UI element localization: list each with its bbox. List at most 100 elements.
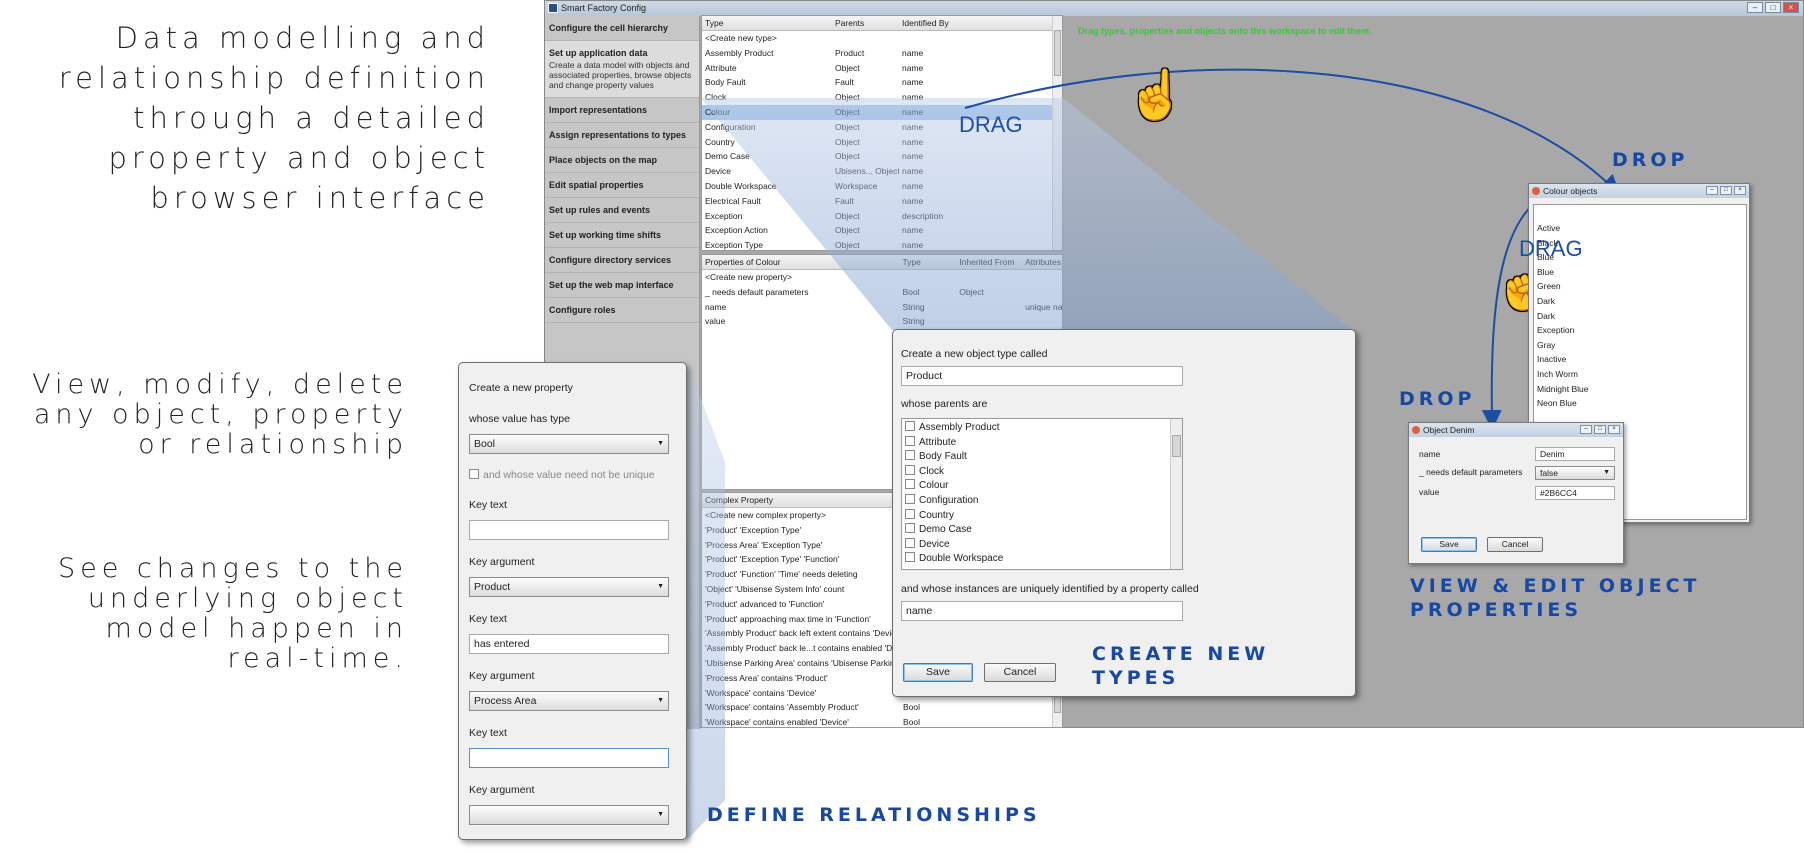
table-cell — [956, 270, 1022, 285]
colour-list-item[interactable]: Dark — [1534, 309, 1746, 324]
table-cell: name — [902, 151, 924, 162]
sidebar-item-place-objects[interactable]: Place objects on the map — [545, 148, 699, 173]
column-header[interactable]: Inherited From — [956, 255, 1022, 269]
sidebar-item-label: Set up the web map interface — [549, 280, 674, 290]
table-cell: String — [902, 316, 925, 327]
close-button[interactable]: × — [1783, 2, 1799, 13]
column-header[interactable]: Parents — [832, 16, 899, 30]
drag-label: DRAG — [1519, 236, 1583, 261]
colour-list-item[interactable]: Blue — [1534, 265, 1746, 280]
table-row[interactable]: 'Workspace' contains enabled 'Device' Boo… — [702, 715, 1062, 727]
close-button[interactable]: × — [1608, 425, 1620, 434]
colour-window-titlebar[interactable]: Colour objects – □ × — [1529, 184, 1749, 198]
colour-list-item[interactable]: Gray — [1534, 338, 1746, 353]
types-scrollbar[interactable] — [1052, 16, 1062, 250]
key-text-field-3[interactable] — [469, 748, 669, 768]
table-cell: Object — [835, 121, 860, 132]
sidebar-item-web-map[interactable]: Set up the web map interface — [545, 273, 699, 298]
sidebar-item-spatial-properties[interactable]: Edit spatial properties — [545, 173, 699, 198]
parent-checkbox-item[interactable]: Double Workspace — [902, 552, 1182, 567]
column-header[interactable]: Identified By — [899, 16, 1049, 30]
table-row[interactable]: Double Workspace Workspace name — [702, 179, 1062, 194]
save-button[interactable]: Save — [903, 663, 973, 682]
parent-checkbox-item[interactable]: Colour — [902, 479, 1182, 494]
column-header[interactable]: Attributes — [1022, 255, 1062, 269]
parent-checkbox-item[interactable]: Attribute — [902, 435, 1182, 451]
colour-list-item[interactable]: Green — [1534, 279, 1746, 294]
column-header[interactable]: Type — [899, 255, 956, 269]
sidebar-item-application-data[interactable]: Set up application data Create a data mod… — [545, 41, 699, 98]
table-cell: value — [705, 316, 726, 327]
value-field[interactable]: #2B6CC4 — [1535, 486, 1615, 500]
table-row[interactable]: Demo Case Object name — [702, 149, 1062, 164]
table-row[interactable]: Body Fault Fault name — [702, 75, 1062, 90]
value-type-select[interactable]: Bool — [469, 434, 669, 454]
key-argument-select-2[interactable]: Process Area — [469, 691, 669, 711]
colour-list-item[interactable]: Inch Worm — [1534, 367, 1746, 382]
default-parameters-select[interactable]: false — [1535, 466, 1615, 480]
minimize-button[interactable]: – — [1580, 425, 1592, 434]
colour-list-item[interactable]: Exception — [1534, 323, 1746, 338]
sidebar-item-assign-representations[interactable]: Assign representations to types — [545, 123, 699, 148]
sidebar-item-label: Configure roles — [549, 305, 616, 315]
table-row[interactable]: <Create new property> — [702, 270, 1062, 285]
parent-checkbox-item[interactable]: Device — [902, 537, 1182, 553]
maximize-button[interactable]: □ — [1765, 2, 1781, 13]
table-row[interactable]: <Create new type> — [702, 31, 1062, 46]
table-row[interactable]: Exception Type Object name — [702, 238, 1062, 250]
parent-checkbox-item[interactable]: Clock — [902, 464, 1182, 480]
colour-list-item[interactable]: Midnight Blue — [1534, 382, 1746, 397]
table-row[interactable]: Attribute Object name — [702, 61, 1062, 76]
save-button[interactable]: Save — [1421, 537, 1477, 552]
colour-list-item[interactable]: Dark — [1534, 294, 1746, 309]
table-row[interactable]: value String — [702, 314, 1062, 329]
parent-checkbox-item[interactable]: Body Fault — [902, 450, 1182, 465]
cancel-button[interactable]: Cancel — [1487, 537, 1543, 552]
parent-checkbox-item[interactable]: Country — [902, 508, 1182, 524]
key-argument-select-1[interactable]: Product — [469, 577, 669, 597]
table-row[interactable]: Clock Object name — [702, 90, 1062, 105]
parent-checkbox-item[interactable]: Demo Case — [902, 523, 1182, 538]
colour-list-item[interactable]: Neon Blue — [1534, 396, 1746, 411]
column-header[interactable]: Type — [702, 16, 832, 30]
sidebar-item-cell-hierarchy[interactable]: Configure the cell hierarchy — [545, 16, 699, 41]
denim-window-titlebar[interactable]: Object Denim – □ × — [1409, 423, 1623, 437]
table-cell: name — [902, 92, 924, 103]
column-header[interactable]: Complex Property — [702, 493, 900, 507]
sidebar-item-import-representations[interactable]: Import representations — [545, 98, 699, 123]
sidebar-item-roles[interactable]: Configure roles — [545, 298, 699, 323]
cancel-button[interactable]: Cancel — [984, 663, 1056, 682]
table-row[interactable]: Exception Object description — [702, 209, 1062, 224]
sidebar-item-rules-events[interactable]: Set up rules and events — [545, 198, 699, 223]
key-text-field-2[interactable]: has entered — [469, 634, 669, 654]
unique-checkbox[interactable]: and whose value need not be unique — [469, 469, 655, 481]
maximize-button[interactable]: □ — [1594, 425, 1606, 434]
sidebar-item-time-shifts[interactable]: Set up working time shifts — [545, 223, 699, 248]
key-text-field-1[interactable] — [469, 520, 669, 540]
table-row[interactable]: _ needs default parameters Bool Object — [702, 285, 1062, 300]
table-row[interactable]: Exception Action Object name — [702, 223, 1062, 238]
identifier-field[interactable]: name — [901, 601, 1183, 621]
annotation-line: TYPES — [1092, 667, 1180, 689]
name-field[interactable]: Denim — [1535, 447, 1615, 461]
minimize-button[interactable]: – — [1747, 2, 1763, 13]
sidebar-item-directory-services[interactable]: Configure directory services — [545, 248, 699, 273]
colour-list-item[interactable]: Active — [1534, 221, 1746, 236]
maximize-button[interactable]: □ — [1720, 186, 1732, 195]
column-header[interactable]: Properties of Colour — [702, 255, 899, 269]
parent-label: Clock — [919, 465, 945, 477]
table-row[interactable]: Electrical Fault Fault name — [702, 194, 1062, 209]
table-row[interactable]: 'Workspace' contains 'Assembly Product' B… — [702, 700, 1062, 715]
parents-label: whose parents are — [901, 398, 988, 410]
type-name-field[interactable]: Product — [901, 366, 1183, 386]
table-row[interactable]: Assembly Product Product name — [702, 46, 1062, 61]
key-argument-select-3[interactable] — [469, 805, 669, 825]
parent-checkbox-item[interactable]: Assembly Product — [902, 421, 1182, 436]
parent-checkbox-item[interactable]: Configuration — [902, 493, 1182, 509]
table-row[interactable]: Device Ubisens... Object name — [702, 164, 1062, 179]
parents-scrollbar[interactable] — [1170, 419, 1182, 569]
close-button[interactable]: × — [1734, 186, 1746, 195]
minimize-button[interactable]: – — [1706, 186, 1718, 195]
colour-list-item[interactable]: Inactive — [1534, 352, 1746, 367]
table-row[interactable]: name String unique name — [702, 300, 1062, 315]
